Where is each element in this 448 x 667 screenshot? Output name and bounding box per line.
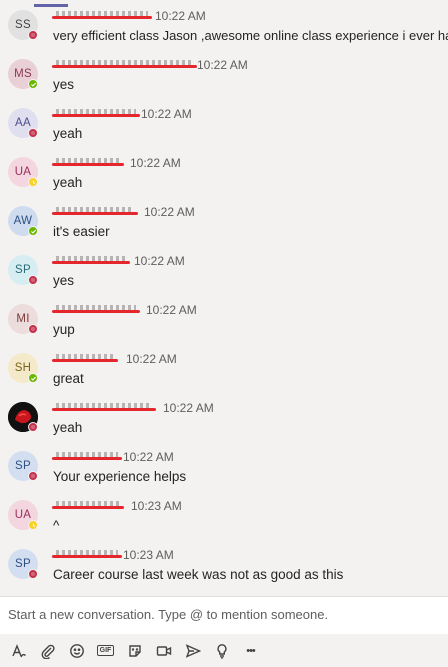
message-timestamp: 10:22 AM xyxy=(197,58,248,72)
redaction-mark xyxy=(52,158,124,166)
message-text: yeah xyxy=(53,126,83,141)
message-row[interactable]: SP 10:22 AM Your experience helps xyxy=(0,450,448,501)
message-text: yup xyxy=(53,322,75,337)
praise-icon[interactable] xyxy=(207,639,236,663)
avatar-initials: MS xyxy=(14,68,32,80)
message-row[interactable]: SP 10:23 AM Career course last week was no… xyxy=(0,548,448,590)
sender-name-redacted[interactable] xyxy=(52,9,152,23)
attach-icon[interactable] xyxy=(33,639,62,663)
message-row[interactable]: UA 10:23 AM ^ xyxy=(0,499,448,550)
presence-busy-icon xyxy=(28,30,38,40)
message-text: great xyxy=(53,371,84,386)
sender-name-redacted[interactable] xyxy=(52,450,122,464)
presence-busy-icon xyxy=(28,128,38,138)
sender-name-redacted[interactable] xyxy=(52,107,140,121)
avatar-initials: SP xyxy=(15,264,31,276)
more-icon[interactable]: ••• xyxy=(236,639,265,663)
sender-name-redacted[interactable] xyxy=(52,401,156,415)
message-text: very efficient class Jason ,awesome onli… xyxy=(53,28,448,43)
message-row[interactable]: UA 10:22 AM yeah xyxy=(0,156,448,207)
sender-name-redacted[interactable] xyxy=(52,303,140,317)
presence-away-icon xyxy=(28,520,38,530)
message-row[interactable]: MI 10:22 AM yup xyxy=(0,303,448,354)
more-label: ••• xyxy=(246,644,256,657)
presence-available-icon xyxy=(28,226,38,236)
gif-label: GIF xyxy=(96,645,115,656)
presence-busy-icon xyxy=(28,422,38,432)
message-timestamp: 10:22 AM xyxy=(141,107,192,121)
message-text: Your experience helps xyxy=(53,469,187,484)
message-timestamp: 10:22 AM xyxy=(146,303,197,317)
avatar-initials: AA xyxy=(15,117,31,129)
message-row[interactable]: AA 10:22 AM yeah xyxy=(0,107,448,158)
avatar-initials: UA xyxy=(14,166,32,178)
message-row[interactable]: 10:22 AM yeah xyxy=(0,401,448,452)
presence-busy-icon xyxy=(28,471,38,481)
sender-name-redacted[interactable] xyxy=(52,205,138,219)
presence-available-icon xyxy=(28,79,38,89)
presence-available-icon xyxy=(28,373,38,383)
redaction-mark xyxy=(52,305,140,313)
redaction-mark xyxy=(52,550,122,558)
composer-input[interactable]: Start a new conversation. Type @ to ment… xyxy=(8,607,328,622)
avatar-initials: MI xyxy=(16,313,30,325)
emoji-icon[interactable] xyxy=(62,639,91,663)
message-row[interactable]: SS 10:22 AM very efficient class Jason ,aw… xyxy=(0,9,448,60)
message-text: yes xyxy=(53,77,75,92)
presence-busy-icon xyxy=(28,324,38,334)
message-text: it's easier xyxy=(53,224,110,239)
presence-busy-icon xyxy=(28,275,38,285)
sender-name-redacted[interactable] xyxy=(52,254,130,268)
redaction-mark xyxy=(52,207,138,215)
meet-icon[interactable] xyxy=(149,639,178,663)
message-text: yes xyxy=(53,273,75,288)
message-text: ^ xyxy=(53,518,60,533)
message-timestamp: 10:22 AM xyxy=(130,156,181,170)
message-timestamp: 10:22 AM xyxy=(134,254,185,268)
format-icon[interactable] xyxy=(4,639,33,663)
composer-toolbar: GIF ••• xyxy=(0,634,448,667)
message-timestamp: 10:22 AM xyxy=(123,450,174,464)
message-timestamp: 10:22 AM xyxy=(144,205,195,219)
presence-away-icon xyxy=(28,177,38,187)
message-timestamp: 10:23 AM xyxy=(123,548,174,562)
message-text: yeah xyxy=(53,420,83,435)
composer[interactable]: Start a new conversation. Type @ to ment… xyxy=(0,596,448,634)
scroll-indicator xyxy=(34,4,68,7)
avatar-initials: SP xyxy=(15,558,31,570)
message-timestamp: 10:22 AM xyxy=(155,9,206,23)
message-feed[interactable]: SS 10:22 AM very efficient class Jason ,aw… xyxy=(0,0,448,590)
sender-name-redacted[interactable] xyxy=(52,499,124,513)
redaction-mark xyxy=(52,403,156,411)
avatar-initials: UA xyxy=(14,509,32,521)
message-row[interactable]: AW 10:22 AM it's easier xyxy=(0,205,448,256)
message-timestamp: 10:22 AM xyxy=(126,352,177,366)
redaction-mark xyxy=(52,60,197,68)
avatar-initials: SS xyxy=(15,19,31,31)
message-timestamp: 10:22 AM xyxy=(163,401,214,415)
message-text: yeah xyxy=(53,175,83,190)
sender-name-redacted[interactable] xyxy=(52,548,122,562)
sticker-icon[interactable] xyxy=(120,639,149,663)
sender-name-redacted[interactable] xyxy=(52,58,197,72)
redaction-mark xyxy=(52,109,140,117)
message-text: Career course last week was not as good … xyxy=(53,567,344,582)
redaction-mark xyxy=(52,501,124,509)
avatar-initials: AW xyxy=(13,215,33,227)
sender-name-redacted[interactable] xyxy=(52,156,124,170)
redaction-mark xyxy=(52,11,152,19)
message-row[interactable]: MS 10:22 AM yes xyxy=(0,58,448,109)
presence-busy-icon xyxy=(28,569,38,579)
message-row[interactable]: SH 10:22 AM great xyxy=(0,352,448,403)
sender-name-redacted[interactable] xyxy=(52,352,118,366)
redaction-mark xyxy=(52,354,118,362)
gif-icon[interactable]: GIF xyxy=(91,639,120,663)
avatar-initials: SP xyxy=(15,460,31,472)
avatar-initials: SH xyxy=(14,362,32,374)
send-icon[interactable] xyxy=(178,639,207,663)
message-row[interactable]: SP 10:22 AM yes xyxy=(0,254,448,305)
message-timestamp: 10:23 AM xyxy=(131,499,182,513)
redaction-mark xyxy=(52,452,122,460)
redaction-mark xyxy=(52,256,130,264)
